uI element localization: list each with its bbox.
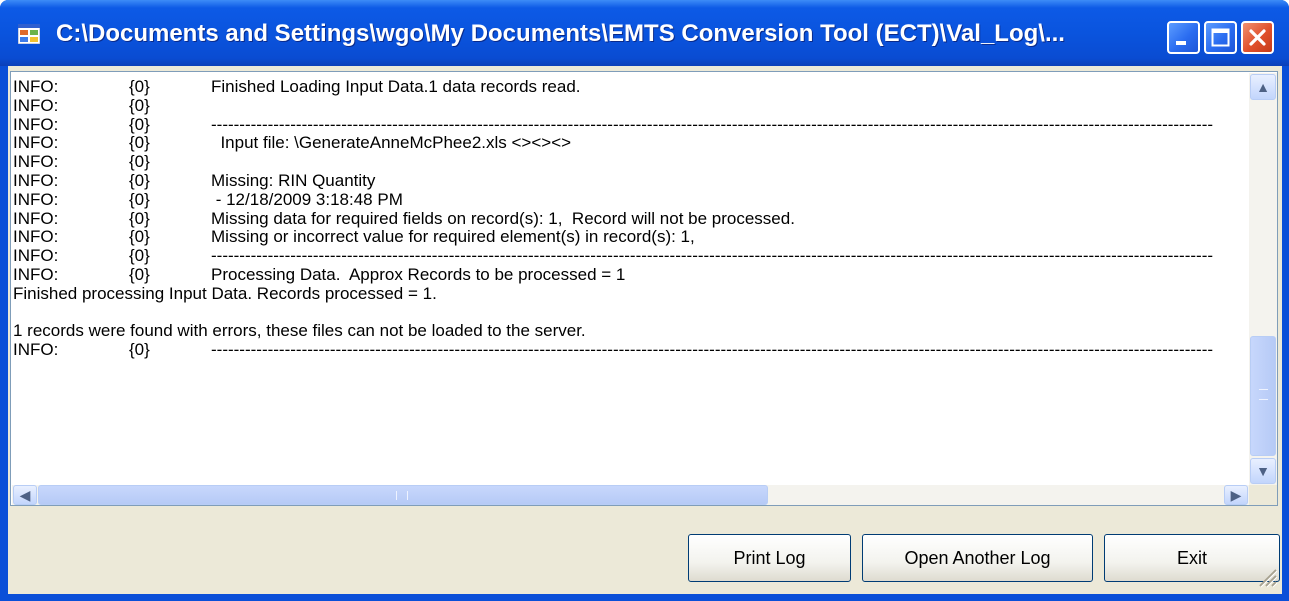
- log-message: Missing: RIN Quantity: [211, 170, 376, 190]
- chevron-right-icon: ▶: [1230, 487, 1242, 503]
- log-code: {0}: [129, 264, 150, 284]
- log-line: INFO: {0} Missing: RIN Quantity: [13, 170, 1251, 191]
- vertical-scroll-thumb[interactable]: [1250, 336, 1276, 456]
- log-message: ----------------------------------------…: [211, 114, 1214, 134]
- log-message: ----------------------------------------…: [211, 340, 1214, 360]
- resize-grip-icon[interactable]: [1256, 566, 1278, 588]
- log-message: Processing Data. Approx Records to be pr…: [211, 264, 626, 284]
- grip-icon: [396, 491, 408, 500]
- maximize-icon: [1211, 28, 1230, 47]
- scroll-right-button[interactable]: ▶: [1224, 485, 1248, 505]
- title-bar[interactable]: C:\Documents and Settings\wgo\My Documen…: [0, 0, 1289, 66]
- maximize-button[interactable]: [1204, 21, 1237, 54]
- app-window-icon: [18, 24, 40, 44]
- log-line: INFO: {0} Input file: \GenerateAnneMcPhee…: [13, 134, 1251, 153]
- log-message: Input file: \GenerateAnneMcPhee2.xls <><…: [211, 133, 572, 153]
- window-title: C:\Documents and Settings\wgo\My Documen…: [56, 20, 1065, 47]
- close-button[interactable]: [1241, 21, 1274, 54]
- log-level: INFO:: [13, 78, 59, 96]
- log-level: INFO:: [13, 114, 59, 134]
- log-line: INFO: {0} Missing data for required fields…: [13, 208, 1251, 229]
- log-level: INFO:: [13, 170, 59, 190]
- log-line: INFO: {0}: [13, 152, 1251, 172]
- log-level: INFO:: [13, 227, 59, 247]
- log-code: {0}: [129, 208, 150, 228]
- horizontal-scrollbar[interactable]: ◀ ▶: [12, 485, 1249, 505]
- log-level: INFO:: [13, 208, 59, 228]
- log-line: INFO: {0} Processing Data. Approx Records …: [13, 264, 1251, 285]
- chevron-left-icon: ◀: [19, 487, 31, 503]
- exit-button[interactable]: Exit: [1104, 534, 1280, 582]
- log-line-text: 1 records were found with errors, these …: [13, 321, 586, 341]
- horizontal-scroll-thumb[interactable]: [38, 485, 768, 505]
- log-lines[interactable]: INFO: {0} Finished Loading Input Data.1 da…: [13, 78, 1251, 474]
- log-line: INFO: {0} - 12/18/2009 3:18:48 PM: [13, 189, 1251, 210]
- log-code: {0}: [129, 246, 150, 266]
- log-code: {0}: [129, 78, 150, 96]
- log-line: INFO: {0} Finished Loading Input Data.1 da…: [13, 78, 1251, 97]
- log-level: INFO:: [13, 133, 59, 153]
- grip-icon: [1259, 389, 1268, 400]
- vertical-scrollbar[interactable]: ▲ ▼: [1249, 73, 1277, 485]
- log-level: INFO:: [13, 152, 59, 172]
- log-code: {0}: [129, 340, 150, 360]
- log-code: {0}: [129, 152, 150, 172]
- log-message: - 12/18/2009 3:18:48 PM: [211, 189, 403, 209]
- chevron-up-icon: ▲: [1256, 79, 1270, 95]
- minimize-icon: [1176, 41, 1186, 45]
- chevron-down-icon: ▼: [1256, 463, 1270, 479]
- print-log-button[interactable]: Print Log: [688, 534, 851, 582]
- scroll-left-button[interactable]: ◀: [13, 485, 37, 505]
- log-message: Finished Loading Input Data.1 data recor…: [211, 78, 581, 96]
- log-code: {0}: [129, 114, 150, 134]
- log-line: 1 records were found with errors, these …: [13, 322, 1251, 341]
- log-code: {0}: [129, 170, 150, 190]
- log-line-text: Finished processing Input Data. Records …: [13, 283, 437, 303]
- log-level: INFO:: [13, 95, 59, 115]
- log-message: Missing data for required fields on reco…: [211, 208, 795, 228]
- log-line: INFO: {0}: [13, 95, 1251, 116]
- log-message: ----------------------------------------…: [211, 246, 1214, 266]
- log-code: {0}: [129, 95, 150, 115]
- log-line: INFO: {0} --------------------------------…: [13, 114, 1251, 135]
- log-line: INFO: {0} --------------------------------…: [13, 340, 1251, 360]
- minimize-button[interactable]: [1167, 21, 1200, 54]
- log-level: INFO:: [13, 246, 59, 266]
- scroll-up-button[interactable]: ▲: [1250, 74, 1276, 100]
- scrollbar-corner: [1249, 485, 1277, 505]
- log-code: {0}: [129, 133, 150, 153]
- scroll-down-button[interactable]: ▼: [1250, 458, 1276, 484]
- log-level: INFO:: [13, 189, 59, 209]
- log-line: Finished processing Input Data. Records …: [13, 283, 1251, 304]
- client-area: INFO: {0} Finished Loading Input Data.1 da…: [8, 66, 1282, 594]
- log-level: INFO:: [13, 340, 59, 360]
- log-code: {0}: [129, 189, 150, 209]
- log-code: {0}: [129, 227, 150, 247]
- log-line: INFO: {0} --------------------------------…: [13, 246, 1251, 266]
- open-another-log-button[interactable]: Open Another Log: [862, 534, 1093, 582]
- log-line: INFO: {0} Missing or incorrect value for r…: [13, 228, 1251, 247]
- close-icon: [1249, 29, 1266, 46]
- log-message: Missing or incorrect value for required …: [211, 227, 695, 247]
- log-viewer-window: C:\Documents and Settings\wgo\My Documen…: [0, 0, 1289, 601]
- log-text-area[interactable]: INFO: {0} Finished Loading Input Data.1 da…: [10, 71, 1278, 506]
- log-level: INFO:: [13, 264, 59, 284]
